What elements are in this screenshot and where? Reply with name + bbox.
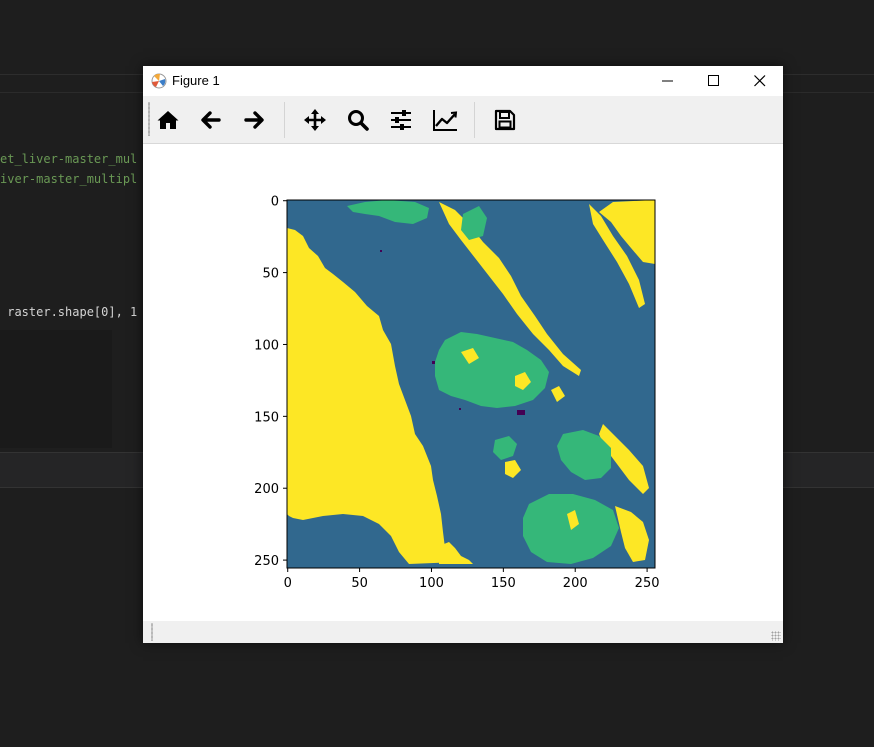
line-chart-icon bbox=[433, 110, 458, 131]
status-bar bbox=[143, 621, 783, 643]
move-icon bbox=[304, 109, 326, 131]
x-tick-label: 200 bbox=[563, 576, 588, 591]
configure-subplots-button[interactable] bbox=[385, 104, 417, 136]
close-icon bbox=[754, 75, 766, 87]
home-button[interactable] bbox=[152, 104, 184, 136]
y-tick-label: 150 bbox=[254, 410, 279, 425]
arrow-right-icon bbox=[244, 111, 264, 129]
sliders-icon bbox=[391, 110, 411, 130]
window-titlebar[interactable]: Figure 1 bbox=[143, 66, 783, 96]
figure-canvas[interactable]: 0 50 100 150 200 250 0 50 100 150 200 250 bbox=[143, 144, 783, 621]
floppy-disk-icon bbox=[494, 109, 516, 131]
y-axis: 0 50 100 150 200 250 bbox=[254, 195, 287, 569]
y-tick-label: 200 bbox=[254, 482, 279, 497]
ide-code-line: iver-master_multipl bbox=[0, 172, 138, 186]
navigation-toolbar bbox=[143, 96, 783, 144]
back-button[interactable] bbox=[195, 104, 227, 136]
maximize-button[interactable] bbox=[691, 66, 737, 96]
status-grip bbox=[151, 623, 153, 641]
home-icon bbox=[157, 111, 179, 129]
magnifier-icon bbox=[348, 110, 369, 131]
dark-spot bbox=[459, 408, 461, 410]
edit-axes-button[interactable] bbox=[428, 104, 460, 136]
toolbar-grip[interactable] bbox=[148, 102, 150, 136]
toolbar-separator bbox=[284, 102, 285, 138]
x-tick-label: 100 bbox=[419, 576, 444, 591]
pan-button[interactable] bbox=[299, 104, 331, 136]
ide-code-line: raster.shape[0], 1 bbox=[0, 305, 138, 319]
segmentation-image bbox=[287, 200, 655, 568]
y-tick-label: 0 bbox=[271, 195, 279, 210]
ide-code-line: et_liver-master_mul bbox=[0, 152, 138, 166]
save-button[interactable] bbox=[489, 104, 521, 136]
dark-spot bbox=[380, 250, 382, 252]
minimize-icon bbox=[662, 80, 673, 82]
maximize-icon bbox=[708, 75, 719, 86]
toolbar-separator bbox=[474, 102, 475, 138]
matplotlib-icon bbox=[151, 73, 167, 89]
dark-spot bbox=[517, 410, 525, 415]
y-tick-label: 100 bbox=[254, 338, 279, 353]
y-tick-label: 50 bbox=[262, 267, 279, 282]
zoom-button[interactable] bbox=[342, 104, 374, 136]
minimize-button[interactable] bbox=[645, 66, 691, 96]
dark-spot bbox=[432, 361, 435, 364]
x-tick-label: 0 bbox=[284, 576, 292, 591]
x-axis: 0 50 100 150 200 250 bbox=[284, 568, 660, 591]
x-tick-label: 250 bbox=[635, 576, 660, 591]
axes: 0 50 100 150 200 250 0 50 100 150 200 250 bbox=[254, 195, 659, 591]
resize-grip-icon[interactable] bbox=[771, 631, 781, 641]
close-button[interactable] bbox=[737, 66, 783, 96]
figure-window: Figure 1 0 50 100 150 200 250 0 50 100 1… bbox=[143, 66, 783, 643]
y-tick-label: 250 bbox=[254, 554, 279, 569]
x-tick-label: 50 bbox=[351, 576, 368, 591]
forward-button[interactable] bbox=[238, 104, 270, 136]
plot-svg: 0 50 100 150 200 250 0 50 100 150 200 250 bbox=[254, 195, 659, 591]
x-tick-label: 150 bbox=[491, 576, 516, 591]
arrow-left-icon bbox=[201, 111, 221, 129]
window-title: Figure 1 bbox=[172, 73, 220, 88]
ide-panel bbox=[0, 330, 112, 448]
